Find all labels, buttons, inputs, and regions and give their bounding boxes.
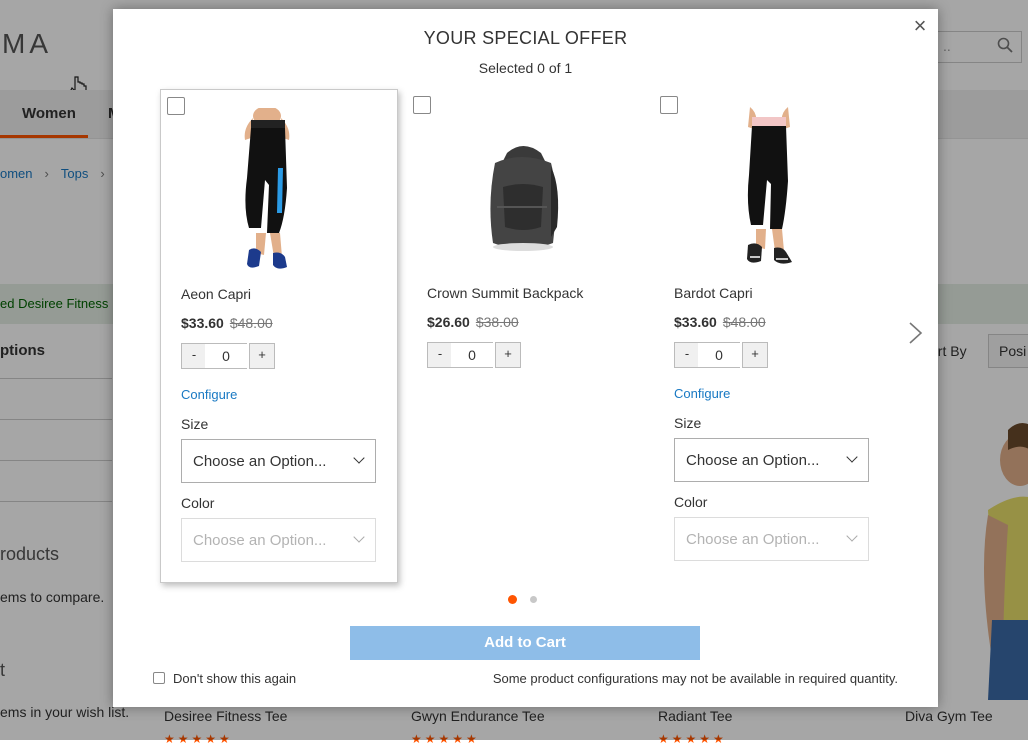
qty-increase-button[interactable]: +: [249, 343, 275, 369]
color-select[interactable]: Choose an Option...: [674, 517, 869, 561]
product-price: $33.60 $48.00: [674, 314, 766, 330]
special-price: $33.60: [674, 314, 717, 330]
qty-decrease-button[interactable]: -: [427, 342, 453, 368]
size-label: Size: [674, 415, 702, 431]
old-price: $48.00: [229, 315, 273, 331]
product-select-checkbox[interactable]: [660, 96, 678, 114]
qty-decrease-button[interactable]: -: [674, 342, 700, 368]
special-offer-modal: × YOUR SPECIAL OFFER Selected 0 of 1 Aeo…: [113, 9, 938, 707]
dont-show-checkbox[interactable]: [153, 672, 165, 684]
product-select-checkbox[interactable]: [413, 96, 431, 114]
chevron-down-icon: [846, 451, 858, 463]
product-image[interactable]: [191, 108, 361, 274]
qty-input[interactable]: 0: [205, 343, 247, 369]
add-to-cart-button[interactable]: Add to Cart: [350, 626, 700, 660]
qty-input[interactable]: 0: [451, 342, 493, 368]
qty-increase-button[interactable]: +: [495, 342, 521, 368]
chevron-right-icon[interactable]: [907, 321, 925, 345]
color-select[interactable]: Choose an Option...: [181, 518, 376, 562]
product-price: $33.60 $48.00: [181, 315, 273, 331]
availability-note: Some product configurations may not be a…: [492, 671, 898, 686]
configure-link[interactable]: Configure: [674, 386, 730, 401]
qty-increase-button[interactable]: +: [742, 342, 768, 368]
old-price: $38.00: [475, 314, 519, 330]
product-name[interactable]: Aeon Capri: [181, 286, 251, 302]
chevron-down-icon: [846, 530, 858, 542]
carousel-dot[interactable]: [530, 596, 537, 603]
qty-input[interactable]: 0: [698, 342, 740, 368]
size-select[interactable]: Choose an Option...: [674, 438, 869, 482]
product-card: Crown Summit Backpack $26.60 $38.00 - 0 +: [407, 89, 643, 581]
qty-decrease-button[interactable]: -: [181, 343, 207, 369]
special-price: $33.60: [181, 315, 224, 331]
modal-title: YOUR SPECIAL OFFER: [423, 28, 628, 48]
color-label: Color: [674, 494, 708, 510]
size-label: Size: [181, 416, 209, 432]
size-select-value: Choose an Option...: [686, 452, 820, 469]
product-card: Bardot Capri $33.60 $48.00 - 0 + Configur…: [654, 89, 890, 581]
product-name[interactable]: Bardot Capri: [674, 285, 753, 301]
color-label: Color: [181, 495, 215, 511]
color-select-value: Choose an Option...: [686, 531, 820, 548]
size-select-value: Choose an Option...: [193, 453, 327, 470]
product-card: Aeon Capri $33.60 $48.00 - 0 + Configure …: [160, 89, 398, 583]
chevron-down-icon: [353, 452, 365, 464]
product-name[interactable]: Crown Summit Backpack: [427, 285, 583, 301]
product-image[interactable]: [684, 107, 854, 273]
selection-counter: Selected 0 of 1: [478, 60, 573, 76]
configure-link[interactable]: Configure: [181, 387, 237, 402]
old-price: $48.00: [722, 314, 766, 330]
dont-show-label: Don't show this again: [173, 671, 297, 686]
carousel-dot-active[interactable]: [508, 595, 517, 604]
chevron-down-icon: [353, 531, 365, 543]
product-select-checkbox[interactable]: [167, 97, 185, 115]
special-price: $26.60: [427, 314, 470, 330]
product-price: $26.60 $38.00: [427, 314, 519, 330]
product-image[interactable]: [437, 107, 607, 273]
size-select[interactable]: Choose an Option...: [181, 439, 376, 483]
color-select-value: Choose an Option...: [193, 532, 327, 549]
